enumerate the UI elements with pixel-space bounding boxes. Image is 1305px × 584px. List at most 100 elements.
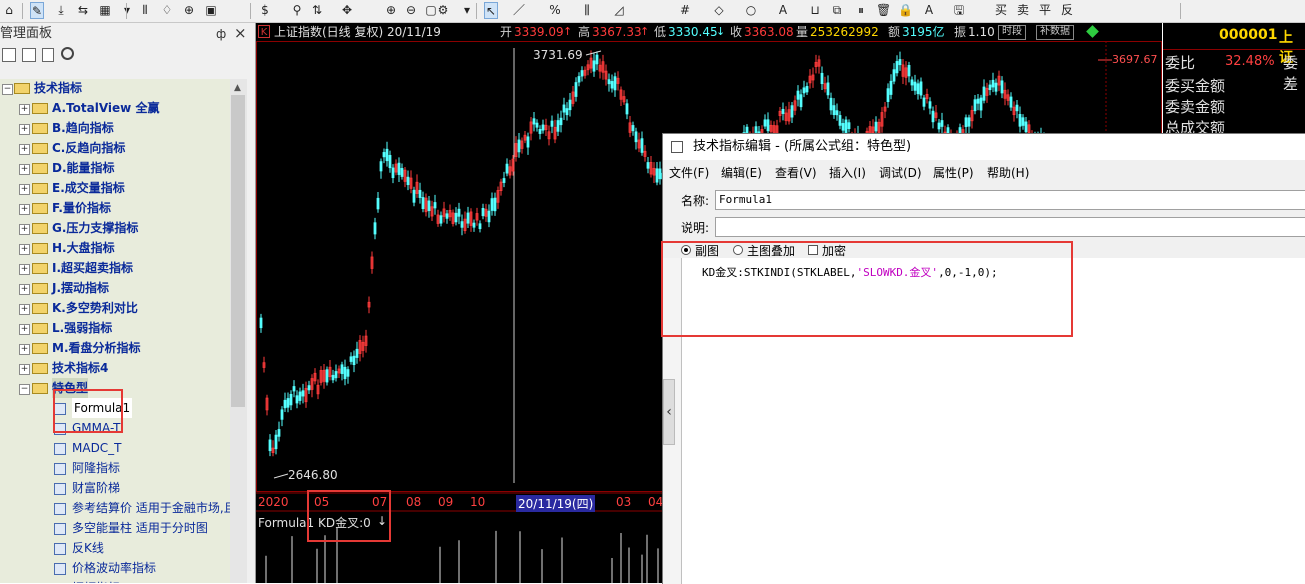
toolbar-button[interactable]: ⌂ <box>2 2 16 19</box>
toolbar-button[interactable]: ▾ <box>460 2 474 19</box>
expander-icon[interactable]: + <box>19 224 30 235</box>
description-input[interactable] <box>715 217 1305 237</box>
toolbar-button[interactable]: 卖 <box>1016 2 1030 19</box>
menu-item[interactable]: 编辑(E) <box>721 165 762 181</box>
grid-icon[interactable] <box>2 48 16 62</box>
toolbar-button[interactable]: ▦ <box>98 2 112 19</box>
toolbar-button[interactable]: 🔒 <box>898 2 913 19</box>
toolbar-button[interactable]: ⊖ <box>404 2 418 19</box>
toolbar-button[interactable]: ⫴ <box>138 2 152 19</box>
expander-icon[interactable]: + <box>19 244 30 255</box>
toolbar-button[interactable]: % <box>548 2 562 19</box>
expander-icon[interactable]: + <box>19 324 30 335</box>
expander-icon[interactable]: + <box>19 144 30 155</box>
tree-group[interactable]: H.大盘指标 <box>52 238 115 258</box>
toolbar-button[interactable]: # <box>678 2 692 19</box>
collapse-arrow[interactable]: ‹ <box>663 379 675 445</box>
toolbar-button[interactable]: ⤓ <box>54 2 68 19</box>
menu-item[interactable]: 属性(P) <box>933 165 974 181</box>
expander-icon[interactable]: + <box>19 304 30 315</box>
menu-item[interactable]: 查看(V) <box>775 165 817 181</box>
menu-item[interactable]: 文件(F) <box>669 165 709 181</box>
toolbar-button[interactable]: 🗑 <box>876 2 891 19</box>
tree-leaf[interactable]: 财富阶梯 <box>72 478 120 498</box>
expander-icon[interactable]: + <box>19 184 30 195</box>
toolbar-button[interactable]: ⚙ <box>436 2 450 19</box>
tree-root[interactable]: 技术指标 <box>34 79 82 98</box>
search-icon[interactable] <box>61 47 74 60</box>
toolbar-button[interactable]: ▾ <box>120 2 134 19</box>
menu-item[interactable]: 调试(D) <box>879 165 922 181</box>
tree-group[interactable]: D.能量指标 <box>52 158 115 178</box>
tree-leaf[interactable]: MADC_T <box>72 438 122 458</box>
menu-item[interactable]: 插入(I) <box>829 165 866 181</box>
tree-group[interactable]: K.多空势利对比 <box>52 298 138 318</box>
candle-body <box>625 103 629 115</box>
expander-icon[interactable]: + <box>19 284 30 295</box>
high-label: 高 <box>578 25 591 39</box>
toolbar-button[interactable]: ⫼ <box>580 2 594 19</box>
expander-icon[interactable]: − <box>2 84 13 95</box>
scroll-up-icon[interactable]: ▲ <box>234 83 241 93</box>
tree-leaf[interactable]: 反K线 <box>72 538 104 558</box>
tree-group[interactable]: J.摆动指标 <box>52 278 109 298</box>
toolbar-button[interactable]: ⚲ <box>290 2 304 19</box>
toolbar-button[interactable]: ↖ <box>484 2 498 19</box>
expander-icon[interactable]: + <box>19 364 30 375</box>
expander-icon[interactable]: + <box>19 164 30 175</box>
toolbar-button[interactable]: ✎ <box>30 2 44 19</box>
toolbar-button[interactable]: 🖫 <box>952 2 966 19</box>
tree-group[interactable]: E.成交量指标 <box>52 178 125 198</box>
tree-group[interactable]: C.反趋向指标 <box>52 138 125 158</box>
expander-icon[interactable]: + <box>19 204 30 215</box>
toolbar-button[interactable]: ⊔ <box>808 2 822 19</box>
expander-icon[interactable]: + <box>19 104 30 115</box>
tree-group[interactable]: L.强弱指标 <box>52 318 112 338</box>
menu-item[interactable]: 帮助(H) <box>987 165 1029 181</box>
tree-leaf[interactable]: 参考结算价 适用于金融市场,且 <box>72 498 230 518</box>
toolbar-button[interactable]: ⊕ <box>384 2 398 19</box>
toolbar-button[interactable]: ◿ <box>612 2 626 19</box>
tree-group[interactable]: B.趋向指标 <box>52 118 114 138</box>
tree-group[interactable]: I.超买超卖指标 <box>52 258 133 278</box>
toolbar-button[interactable]: ⊕ <box>182 2 196 19</box>
tree-group[interactable]: G.压力支撑指标 <box>52 218 138 238</box>
toolbar-button[interactable]: A <box>922 2 936 19</box>
toolbar-button[interactable]: 反 <box>1060 2 1074 19</box>
tree-group[interactable]: A.TotalView 全赢 <box>52 98 159 118</box>
toolbar-button[interactable]: ▣ <box>204 2 218 19</box>
toolbar-button[interactable]: ♢ <box>160 2 174 19</box>
toolbar-button[interactable]: ／ <box>512 2 526 19</box>
tree-leaf[interactable]: 阿隆指标 <box>72 458 120 478</box>
toolbar-button[interactable]: ⧉ <box>830 2 844 19</box>
expander-icon[interactable]: + <box>19 264 30 275</box>
tree-leaf[interactable]: 多空能量柱 适用于分时图 <box>72 518 208 538</box>
toolbar-button[interactable]: $ <box>258 2 272 19</box>
toolbar-button[interactable]: 买 <box>994 2 1008 19</box>
toolbar-button[interactable]: ⇆ <box>76 2 90 19</box>
toolbar-button[interactable]: ○ <box>744 2 758 19</box>
kline-tag[interactable]: K <box>258 25 270 38</box>
toolbar-button[interactable]: A <box>776 2 790 19</box>
close-icon[interactable]: × <box>234 22 247 44</box>
scroll-thumb[interactable] <box>231 95 245 407</box>
document-icon[interactable] <box>42 48 54 62</box>
toolbar-button[interactable]: 平 <box>1038 2 1052 19</box>
toolbar-button[interactable]: ✥ <box>340 2 354 19</box>
fill-data-button[interactable]: 补数据 <box>1036 25 1074 40</box>
expander-icon[interactable]: + <box>19 344 30 355</box>
tree-leaf[interactable]: 振幅指标 <box>72 578 120 583</box>
tree-group[interactable]: 技术指标4 <box>52 358 108 378</box>
tree-leaf[interactable]: 价格波动率指标 <box>72 558 156 578</box>
name-input[interactable]: Formula1 <box>715 190 1305 210</box>
toolbar-button[interactable]: ◇ <box>712 2 726 19</box>
tree-group[interactable]: M.看盘分析指标 <box>52 338 141 358</box>
expander-icon[interactable]: + <box>19 124 30 135</box>
tree-group[interactable]: F.量价指标 <box>52 198 111 218</box>
toolbar-button[interactable]: ⏸ <box>854 2 868 19</box>
expander-icon[interactable]: − <box>19 384 30 395</box>
new-icon[interactable] <box>22 48 36 62</box>
pin-icon[interactable]: ф <box>216 23 226 45</box>
period-button[interactable]: 时段 <box>998 25 1026 40</box>
toolbar-button[interactable]: ⇅ <box>310 2 324 19</box>
